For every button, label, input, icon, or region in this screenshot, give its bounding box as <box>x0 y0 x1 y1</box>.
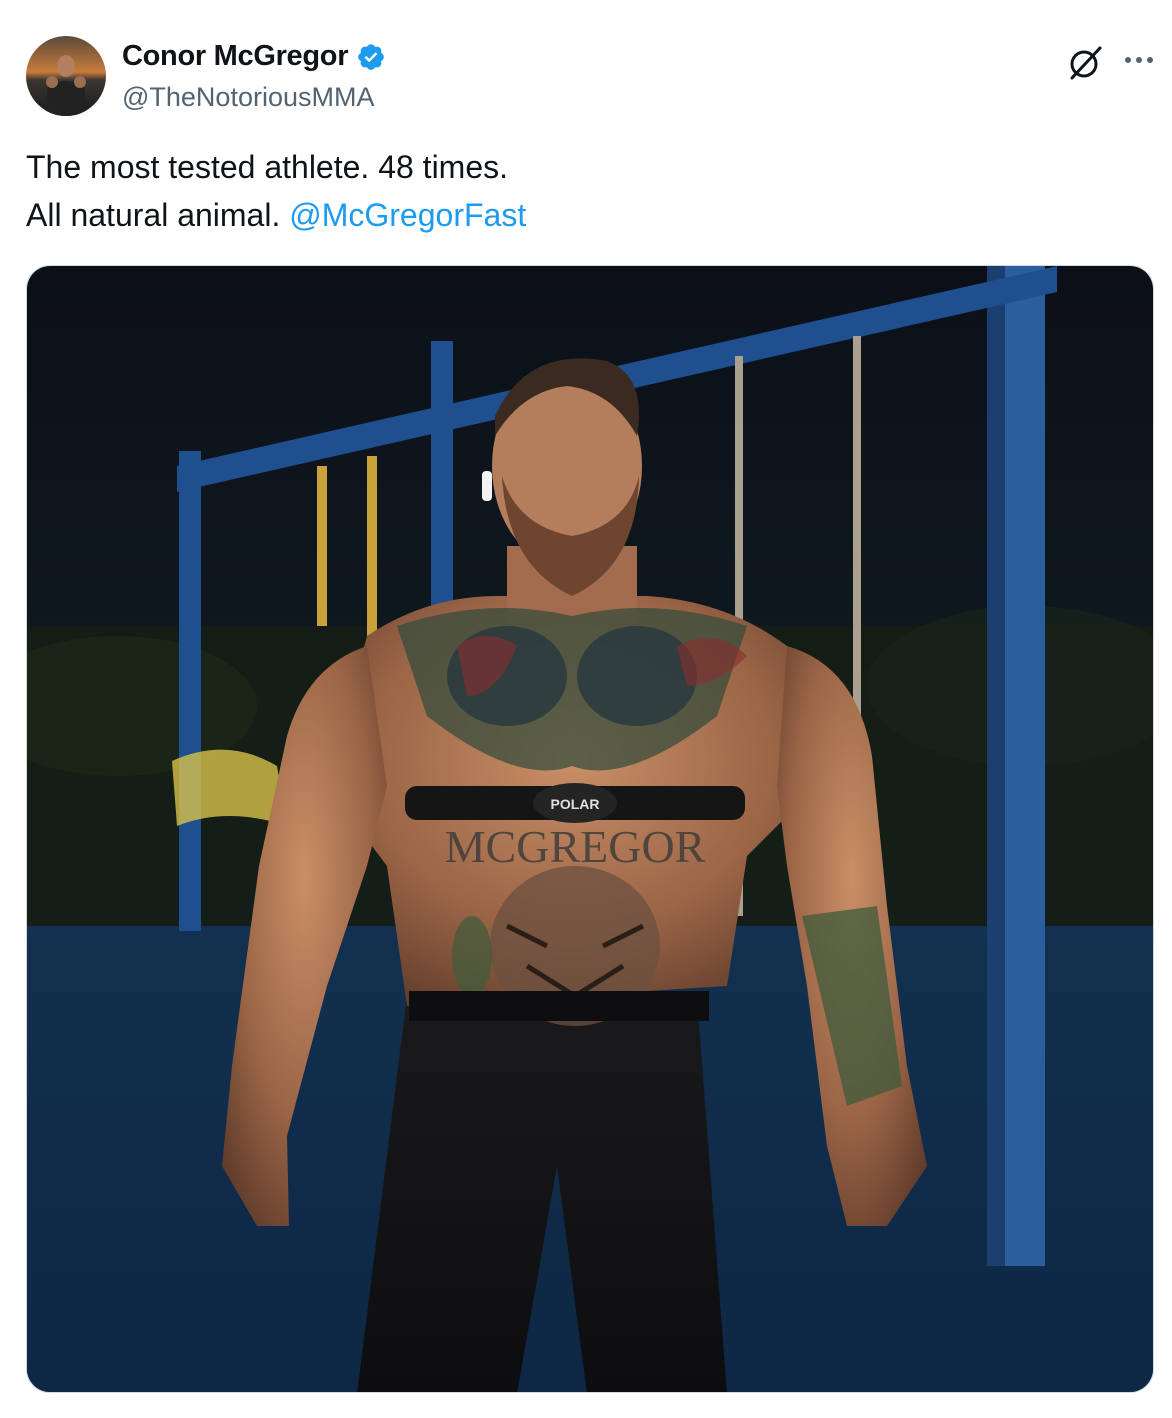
verified-badge-icon <box>356 42 386 72</box>
display-name[interactable]: Conor McGregor <box>122 40 349 73</box>
strap-brand-text: POLAR <box>551 796 600 812</box>
tweet-text-line-2: All natural animal. @McGregorFast <box>26 191 1136 239</box>
tweet-header: Conor McGregor @TheNotoriousMMA <box>26 36 1153 118</box>
avatar[interactable] <box>26 36 106 116</box>
tweet-photo[interactable]: POLAR MCGREGOR <box>26 265 1154 1393</box>
author-handle[interactable]: @TheNotoriousMMA <box>122 82 374 113</box>
tweet-text-line-1: The most tested athlete. 48 times. <box>26 149 509 185</box>
grok-icon[interactable] <box>1066 44 1104 82</box>
tweet-card: Conor McGregor @TheNotoriousMMA The most… <box>0 0 1172 1418</box>
name-row: Conor McGregor <box>122 40 386 73</box>
tweet-text-line-2-prefix: All natural animal. <box>26 197 290 233</box>
stomach-tattoo-text: MCGREGOR <box>445 821 706 872</box>
mention-link[interactable]: @McGregorFast <box>289 197 526 233</box>
tweet-text: The most tested athlete. 48 times. All n… <box>26 143 1136 239</box>
more-options-icon[interactable] <box>1122 48 1156 72</box>
